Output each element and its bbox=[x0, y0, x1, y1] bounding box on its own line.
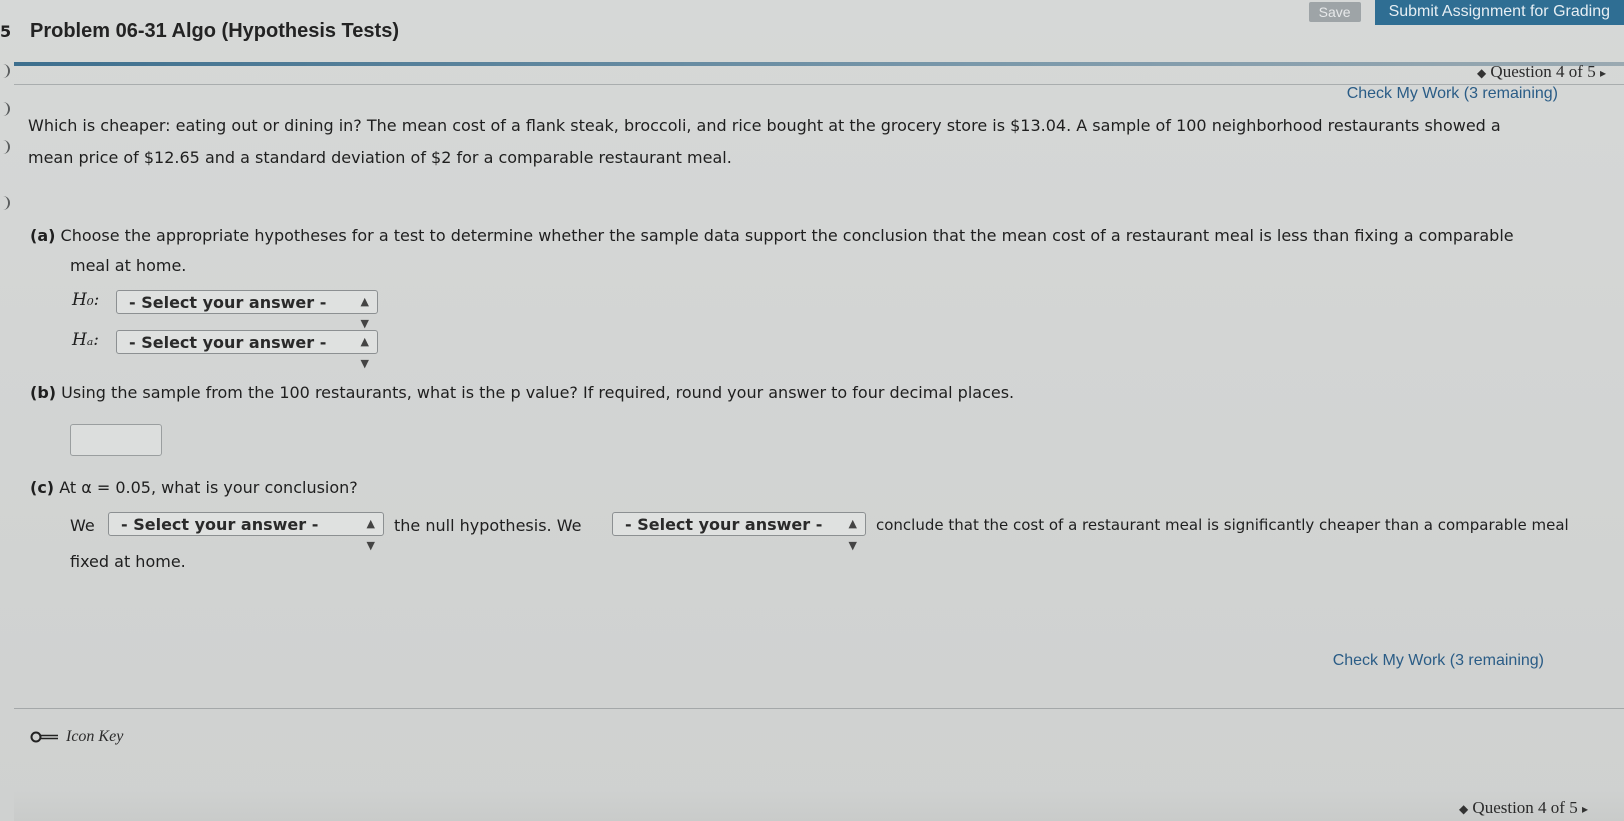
part-a-tag: (a) bbox=[30, 226, 56, 245]
question-nav-bottom[interactable]: ◆ Question 4 of 5 ▸ bbox=[1459, 798, 1588, 818]
part-c-tag: (c) bbox=[30, 478, 55, 497]
conclusion-we-label: We bbox=[70, 516, 95, 535]
problem-line: Which is cheaper: eating out or dining i… bbox=[28, 116, 1501, 135]
conclusion-end-text: conclude that the cost of a restaurant m… bbox=[876, 516, 1569, 534]
ha-select[interactable]: - Select your answer - ▲ ▼ bbox=[116, 330, 378, 370]
key-icon bbox=[30, 731, 58, 743]
next-arrow-icon[interactable]: ▸ bbox=[1582, 802, 1588, 816]
question-counter: Question 4 of 5 bbox=[1490, 62, 1596, 81]
select-arrows-icon: ▲ ▼ bbox=[360, 335, 369, 370]
rail-chevron-icon[interactable] bbox=[0, 196, 10, 210]
icon-key-label: Icon Key bbox=[66, 728, 124, 745]
rail-chevron-icon[interactable] bbox=[0, 102, 10, 116]
assignment-page: 5 Save Submit Assignment for Grading Pro… bbox=[0, 0, 1624, 821]
reject-select[interactable]: - Select your answer - ▲ ▼ bbox=[108, 512, 384, 552]
part-a-text-cont: meal at home. bbox=[70, 256, 187, 275]
title-divider bbox=[14, 62, 1624, 66]
question-nav-top[interactable]: ◆ Question 4 of 5 ▸ bbox=[1477, 62, 1606, 82]
check-my-work-link-top[interactable]: Check My Work (3 remaining) bbox=[1347, 85, 1558, 103]
conclusion-end-text-cont: fixed at home. bbox=[70, 552, 186, 571]
ha-label: Hₐ: bbox=[72, 330, 99, 350]
conclusion-mid-text: the null hypothesis. We bbox=[394, 516, 582, 535]
top-action-bar: Save Submit Assignment for Grading bbox=[1308, 0, 1624, 25]
icon-key-link[interactable]: Icon Key bbox=[30, 728, 123, 746]
problem-statement: Which is cheaper: eating out or dining i… bbox=[28, 110, 1608, 174]
check-my-work-link-bottom[interactable]: Check My Work (3 remaining) bbox=[1333, 652, 1544, 670]
bottom-divider bbox=[14, 708, 1624, 709]
part-c-prompt: (c) At α = 0.05, what is your conclusion… bbox=[30, 478, 358, 497]
footer-area bbox=[14, 790, 1624, 821]
part-c-text: At α = 0.05, what is your conclusion? bbox=[59, 478, 358, 497]
part-a-prompt: (a) Choose the appropriate hypotheses fo… bbox=[30, 226, 1514, 245]
select-arrows-icon: ▲ ▼ bbox=[848, 517, 857, 552]
ha-select-value: - Select your answer - bbox=[129, 333, 327, 352]
select-arrows-icon: ▲ ▼ bbox=[360, 295, 369, 330]
select-arrows-icon: ▲ ▼ bbox=[366, 517, 375, 552]
h0-select[interactable]: - Select your answer - ▲ ▼ bbox=[116, 290, 378, 330]
next-arrow-icon[interactable]: ▸ bbox=[1600, 66, 1606, 80]
rail-number: 5 bbox=[0, 22, 12, 41]
prev-arrow-icon[interactable]: ◆ bbox=[1459, 802, 1468, 816]
left-rail: 5 bbox=[0, 0, 14, 821]
prev-arrow-icon[interactable]: ◆ bbox=[1477, 66, 1486, 80]
h0-label: H₀: bbox=[72, 290, 100, 310]
p-value-input[interactable] bbox=[70, 424, 162, 456]
submit-assignment-button[interactable]: Submit Assignment for Grading bbox=[1374, 0, 1624, 25]
rail-chevron-icon[interactable] bbox=[0, 64, 10, 78]
part-b-text: Using the sample from the 100 restaurant… bbox=[61, 383, 1015, 402]
part-b-prompt: (b) Using the sample from the 100 restau… bbox=[30, 383, 1014, 402]
part-a-text: Choose the appropriate hypotheses for a … bbox=[60, 226, 1514, 245]
part-b-tag: (b) bbox=[30, 383, 57, 402]
save-button[interactable]: Save bbox=[1308, 2, 1361, 22]
question-counter: Question 4 of 5 bbox=[1472, 798, 1578, 817]
page-title: Problem 06-31 Algo (Hypothesis Tests) bbox=[30, 20, 399, 42]
can-conclude-select-value: - Select your answer - bbox=[625, 515, 823, 534]
can-conclude-select[interactable]: - Select your answer - ▲ ▼ bbox=[612, 512, 866, 552]
reject-select-value: - Select your answer - bbox=[121, 515, 319, 534]
rail-chevron-icon[interactable] bbox=[0, 140, 10, 154]
h0-select-value: - Select your answer - bbox=[129, 293, 327, 312]
problem-line: mean price of $12.65 and a standard devi… bbox=[28, 148, 732, 167]
